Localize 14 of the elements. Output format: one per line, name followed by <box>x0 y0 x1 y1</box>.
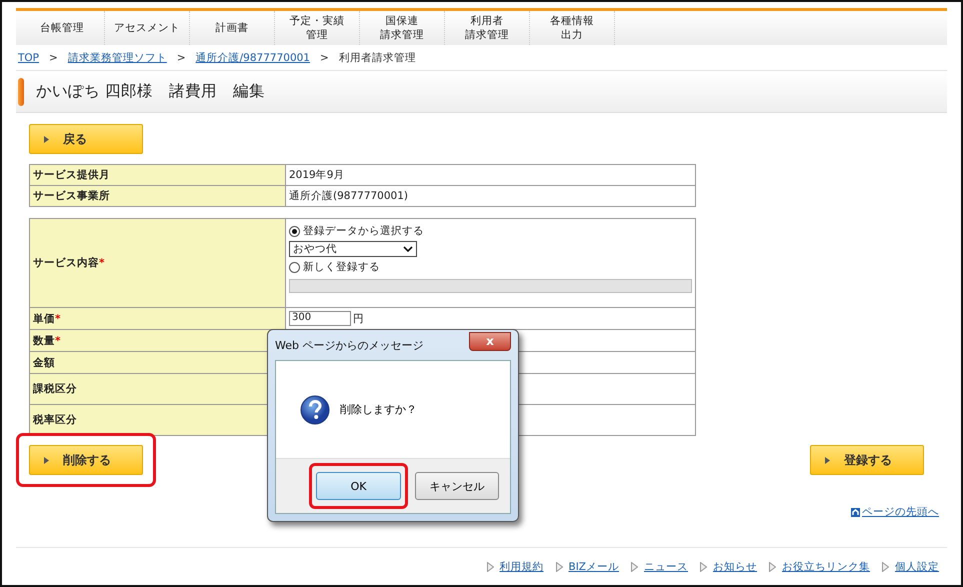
dialog-message: 削除しますか？ <box>340 402 417 417</box>
page-title: かいぽち 四郎様 諸費用 編集 <box>36 81 265 102</box>
dialog-title: Web ページからのメッセージ <box>275 338 424 352</box>
unit-label: 円 <box>353 312 364 326</box>
breadcrumb-separator: > <box>49 52 58 64</box>
breadcrumb-separator: > <box>320 52 329 64</box>
table-cell: 2019年9月 <box>286 164 696 186</box>
field-label: サービス事業所 <box>30 186 286 206</box>
breadcrumb-current: 利用者請求管理 <box>338 50 416 64</box>
table-cell: 通所介護(9877770001) <box>286 186 696 206</box>
field-label: サービス提供月 <box>30 164 286 186</box>
field-label: サービス内容* <box>30 218 286 308</box>
field-label: 単価* <box>30 308 286 330</box>
breadcrumb-separator: > <box>176 52 186 64</box>
